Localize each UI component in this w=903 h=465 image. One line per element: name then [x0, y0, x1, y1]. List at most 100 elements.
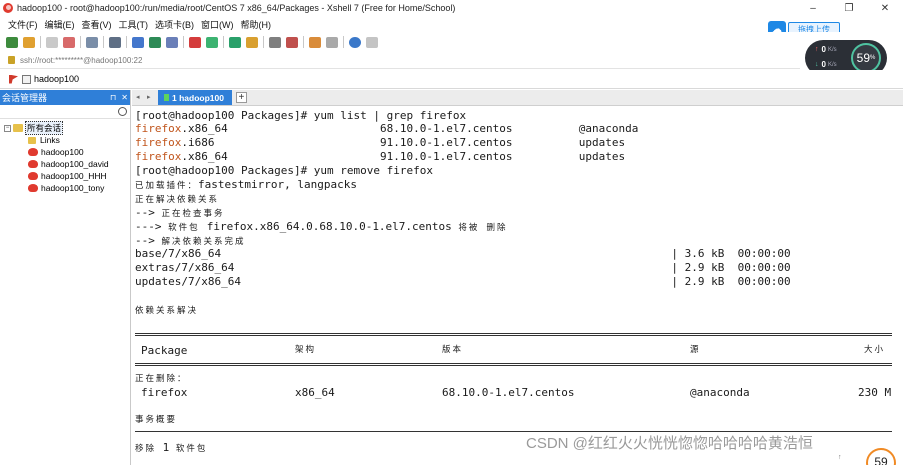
column-arch: 架构 [295, 345, 317, 355]
new-session-icon[interactable] [6, 36, 18, 48]
tree-item-label[interactable]: hadoop100_david [41, 159, 109, 169]
maximize-button[interactable]: ❐ [831, 0, 867, 16]
address-bar[interactable]: ssh://root:*********@hadoop100:22 [0, 52, 800, 69]
tree-item-label[interactable]: hadoop100_tony [41, 183, 104, 193]
tree-root[interactable]: − 所有会话 [0, 121, 130, 135]
session-icon [28, 172, 38, 180]
tree-item-hadoop100-david[interactable]: hadoop100_david [0, 158, 130, 170]
font-icon[interactable] [166, 36, 178, 48]
terminal-line: [root@hadoop100 Packages]# yum remove fi… [135, 164, 434, 177]
toolbar-separator [303, 36, 304, 48]
download-arrow-icon: ↓ [815, 61, 819, 68]
menu-view[interactable]: 查看(V) [82, 18, 112, 31]
column-size: 大小 [864, 345, 886, 355]
session-icon [28, 184, 38, 192]
csdn-watermark: CSDN @红红火火恍恍惚惚哈哈哈哈黄浩恒 [526, 435, 813, 452]
pin-icon[interactable]: ⊓ [110, 93, 116, 102]
reconnect-icon[interactable] [46, 36, 58, 48]
xshell-app-icon [3, 3, 13, 13]
copy-icon[interactable] [86, 36, 98, 48]
tab-bar: ◂ ▸ 1 hadoop100 + [132, 90, 903, 106]
menu-tabs[interactable]: 选项卡(B) [155, 18, 194, 31]
upload-speed: ↑ 0 K/s [815, 45, 837, 54]
minimize-button[interactable]: – [795, 0, 831, 16]
session-bar-label[interactable]: hadoop100 [34, 74, 79, 84]
session-bar: hadoop100 [0, 70, 903, 89]
row-version: 68.10.0-1.el7.centos [442, 386, 575, 399]
session-manager-header: 会话管理器 ⊓ ✕ [0, 90, 130, 105]
menu-window[interactable]: 窗口(W) [201, 18, 234, 31]
layout-icon[interactable] [326, 36, 338, 48]
terminal[interactable]: [root@hadoop100 Packages]# yum list | gr… [132, 107, 903, 465]
new-tab-button[interactable]: + [235, 92, 247, 103]
session-manager-title: 会话管理器 [2, 93, 48, 103]
terminal-line: 已加载插件：fastestmirror, langpacks [135, 178, 357, 191]
column-repo: 源 [690, 345, 701, 355]
session-search-input[interactable] [0, 105, 130, 119]
terminal-line: 依赖关系解决 [135, 306, 199, 316]
tree-item-hadoop100-tony[interactable]: hadoop100_tony [0, 182, 130, 194]
chat-icon[interactable] [366, 36, 378, 48]
lock-icon[interactable] [246, 36, 258, 48]
tab-hadoop100[interactable]: 1 hadoop100 [158, 90, 232, 105]
usage-gauge: 59% [851, 43, 881, 73]
tree-item-hadoop100[interactable]: hadoop100 [0, 146, 130, 158]
collapse-icon[interactable]: − [4, 124, 11, 132]
flag-icon[interactable] [9, 74, 18, 84]
terminal-line: firefox.x86_64 91.10.0-1.el7.centos upda… [135, 150, 626, 163]
help-icon[interactable] [349, 36, 361, 48]
tree-item-label[interactable]: hadoop100_HHH [41, 171, 107, 181]
column-package: Package [141, 344, 188, 357]
session-icon [28, 148, 38, 156]
xagent-icon[interactable] [206, 36, 218, 48]
lock-icon [8, 56, 15, 64]
tree-item-links[interactable]: Links [0, 134, 130, 146]
tab-label[interactable]: 1 hadoop100 [172, 93, 224, 103]
script-icon[interactable] [309, 36, 321, 48]
menu-help[interactable]: 帮助(H) [241, 18, 272, 31]
keyboard-icon[interactable] [269, 36, 281, 48]
properties-icon[interactable] [132, 36, 144, 48]
terminal-line: 正在解决依赖关系 [135, 195, 220, 205]
terminal-line: [root@hadoop100 Packages]# yum list | gr… [135, 109, 467, 122]
row-package-name: firefox [141, 386, 188, 399]
removing-label: 正在删除： [135, 374, 188, 384]
row-repo: @anaconda [690, 386, 750, 399]
tab-scroll-right-icon[interactable]: ▸ [147, 93, 153, 101]
terminal-line: extras/7/x86_64 | 2.9 kB 00:00:00 [135, 261, 791, 274]
xftp-icon[interactable] [189, 36, 201, 48]
open-folder-icon[interactable] [23, 36, 35, 48]
search-icon[interactable] [118, 107, 127, 116]
terminal-line: --> 解决依赖关系完成 [135, 234, 246, 247]
tab-scroll-left-icon[interactable]: ◂ [136, 93, 142, 101]
toolbar-separator [40, 36, 41, 48]
tree-root-label[interactable]: 所有会话 [25, 121, 64, 135]
menu-file[interactable]: 文件(F) [8, 18, 38, 31]
find-icon[interactable] [109, 36, 121, 48]
remove-summary: 移除 1 软件包 [135, 441, 208, 454]
download-speed: ↓ 0 K/s [815, 60, 837, 69]
toolbar-separator [183, 36, 184, 48]
panel-controls: ⊓ ✕ [105, 90, 128, 105]
toolbar-separator [103, 36, 104, 48]
menu-edit[interactable]: 编辑(E) [45, 18, 75, 31]
disconnect-icon[interactable] [63, 36, 75, 48]
globe-icon[interactable] [149, 36, 161, 48]
terminal-line: firefox.x86_64 68.10.0-1.el7.centos @ana… [135, 122, 639, 135]
highlight-icon[interactable] [286, 36, 298, 48]
menu-tools[interactable]: 工具(T) [119, 18, 149, 31]
panel-close-icon[interactable]: ✕ [121, 93, 128, 102]
close-button[interactable]: ✕ [867, 0, 903, 16]
summary-label: 事务概要 [135, 415, 178, 425]
terminal-line: ---> 软件包 firefox.x86_64.0.68.10.0-1.el7.… [135, 220, 508, 233]
window-title: hadoop100 - root@hadoop100:/run/media/ro… [17, 3, 456, 13]
fullscreen-icon[interactable] [229, 36, 241, 48]
connected-status-icon [164, 94, 169, 101]
tree-item-hadoop100-hhh[interactable]: hadoop100_HHH [0, 170, 130, 182]
speed-arrow-icon: ↑ [838, 454, 842, 461]
terminal-line: firefox.i686 91.10.0-1.el7.centos update… [135, 136, 626, 149]
session-tree: − 所有会话 Links hadoop100 hadoop100_david h… [0, 119, 130, 194]
tree-item-label[interactable]: hadoop100 [41, 147, 84, 157]
address-text[interactable]: ssh://root:*********@hadoop100:22 [20, 56, 142, 65]
tree-item-label[interactable]: Links [40, 135, 60, 145]
